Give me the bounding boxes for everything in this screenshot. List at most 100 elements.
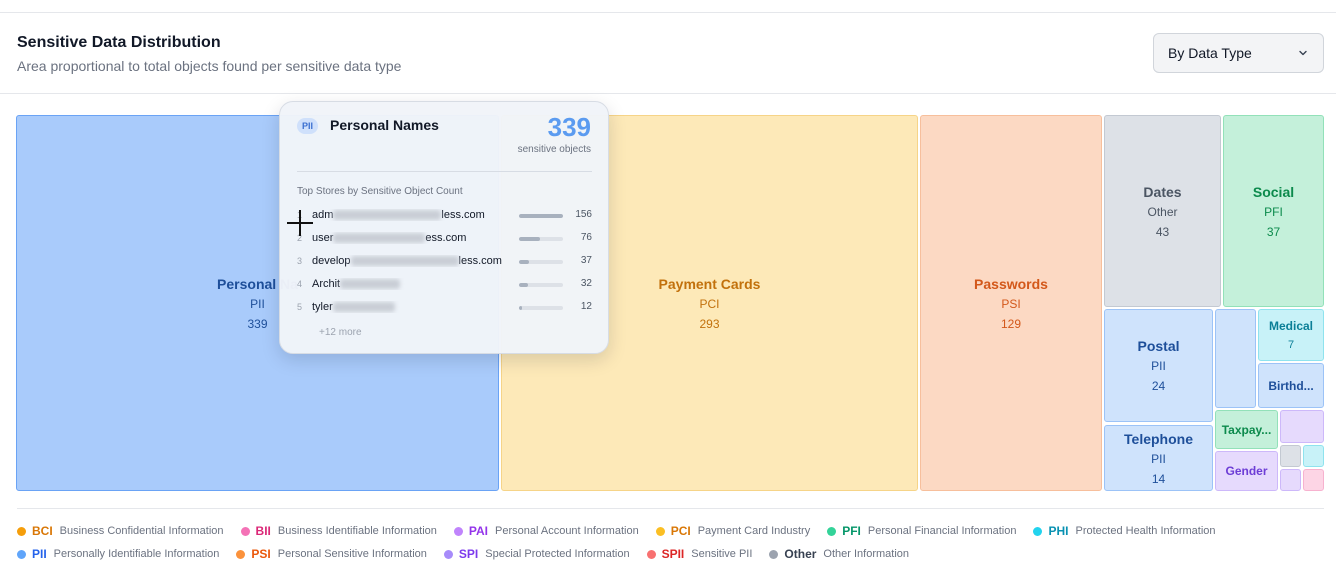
tile-label: Taxpay... [1221, 422, 1272, 437]
legend-description: Other Information [823, 548, 910, 560]
legend-dot-icon [453, 526, 463, 536]
legend-divider [17, 508, 1324, 509]
legend-code: PII [32, 547, 47, 561]
store-count-bar-fill [519, 214, 563, 218]
tile-value: 129 [1000, 316, 1022, 331]
tile-category: PCI [699, 296, 720, 311]
store-row[interactable]: 2 user ess.com 76 [297, 231, 592, 247]
store-name: develop less.com [312, 255, 517, 267]
store-name: user ess.com [312, 232, 517, 244]
tile-value: 43 [1155, 225, 1170, 239]
legend-dot-icon [769, 549, 779, 559]
tile-label: Passwords [974, 275, 1048, 292]
tile-value: 7 [1287, 339, 1295, 351]
tooltip-section-title: Top Stores by Sensitive Object Count [297, 186, 463, 197]
tile-category: Other [1147, 205, 1178, 219]
legend-item: PHI Protected Health Information [1033, 524, 1216, 538]
tile-tooltip: PII Personal Names 339 sensitive objects… [279, 101, 609, 354]
tile-unlabeled-bii[interactable] [1303, 469, 1324, 491]
tile-passwords[interactable]: Passwords PSI 129 [920, 115, 1102, 491]
tile-telephone[interactable]: Telephone PII 14 [1104, 425, 1213, 491]
tile-value: 293 [699, 316, 720, 331]
legend-dot-icon [655, 526, 665, 536]
treemap-chart: Personal Na PII 339 Payment Cards PCI 29… [0, 0, 1336, 563]
legend-dot-icon [17, 549, 26, 559]
store-name-suffix: less.com [458, 255, 502, 267]
store-count: 37 [580, 255, 592, 266]
more-stores-label: +12 more [319, 327, 362, 338]
tile-category: PSI [1001, 296, 1021, 311]
redacted-text [333, 233, 426, 244]
tooltip-count-label: sensitive objects [517, 144, 591, 155]
store-count: 32 [580, 278, 592, 289]
store-name: adm less.com [312, 209, 517, 221]
legend-item: PCI Payment Card Industry [655, 524, 811, 538]
tile-category: PFI [1264, 205, 1283, 219]
tile-category: PII [1151, 359, 1166, 373]
legend-code: PHI [1048, 524, 1069, 538]
tile-label: Birthd... [1268, 378, 1314, 393]
category-badge: PII [297, 118, 319, 134]
tile-social[interactable]: Social PFI 37 [1223, 115, 1324, 307]
store-name-prefix: develop [312, 255, 351, 267]
redacted-text [350, 256, 459, 267]
tile-postal[interactable]: Postal PII 24 [1104, 309, 1213, 422]
store-row[interactable]: 5 tyler 12 [297, 300, 592, 316]
legend-code: SPII [661, 547, 685, 561]
legend-dot-icon [240, 526, 250, 536]
tile-category: PII [250, 296, 265, 311]
tile-label: Postal [1137, 338, 1180, 354]
legend-description: Personal Sensitive Information [277, 548, 427, 560]
legend-dot-icon [1033, 526, 1043, 536]
store-name-suffix: less.com [441, 209, 485, 221]
tile-gender[interactable]: Gender [1215, 451, 1278, 491]
tile-unlabeled-spi-2[interactable] [1280, 469, 1301, 491]
tile-unlabeled-other[interactable] [1280, 445, 1301, 467]
legend-description: Sensitive PII [691, 548, 753, 560]
tile-unlabeled-pii[interactable] [1215, 309, 1256, 408]
legend-description: Payment Card Industry [697, 525, 811, 537]
tile-dates[interactable]: Dates Other 43 [1104, 115, 1221, 307]
legend-description: Business Confidential Information [59, 525, 224, 537]
legend-code: SPI [458, 547, 479, 561]
store-row[interactable]: 4 Archit 32 [297, 277, 592, 293]
legend-code: Other [784, 547, 817, 561]
legend-description: Business Identifiable Information [277, 525, 437, 537]
store-rank: 3 [297, 256, 303, 266]
legend-dot-icon [827, 526, 837, 536]
store-rank: 5 [297, 302, 303, 312]
legend-item: SPI Special Protected Information [443, 547, 630, 561]
tile-value: 339 [247, 316, 268, 331]
tile-label: Dates [1143, 184, 1182, 200]
legend-dot-icon [236, 549, 246, 559]
store-count-bar [519, 306, 563, 310]
redacted-text [332, 302, 395, 313]
legend-dot-icon [17, 526, 26, 536]
legend-item: PII Personally Identifiable Information [17, 547, 219, 561]
redacted-text [340, 279, 401, 290]
legend-item: PAI Personal Account Information [453, 524, 639, 538]
store-count-bar [519, 260, 563, 264]
tile-medical[interactable]: Medical 7 [1258, 309, 1324, 361]
store-name: Archit [312, 278, 517, 290]
tooltip-divider [297, 171, 592, 172]
tile-label: Gender [1225, 464, 1268, 478]
store-count: 156 [575, 209, 592, 220]
tile-label: Medical [1268, 319, 1313, 333]
tile-birthdates[interactable]: Birthd... [1258, 363, 1324, 408]
tile-unlabeled-spi[interactable] [1280, 410, 1324, 443]
legend-row: PII Personally Identifiable Information PS… [17, 547, 926, 561]
store-rank: 1 [297, 210, 303, 220]
store-count: 76 [580, 232, 592, 243]
tile-taxpayer[interactable]: Taxpay... [1215, 410, 1278, 449]
legend-description: Personally Identifiable Information [53, 548, 220, 560]
legend-code: PFI [842, 524, 861, 538]
store-row[interactable]: 3 develop less.com 37 [297, 254, 592, 270]
tile-label: Telephone [1124, 430, 1193, 447]
legend-code: BCI [32, 524, 53, 538]
store-count: 12 [580, 301, 592, 312]
legend-description: Personal Financial Information [867, 525, 1017, 537]
store-row[interactable]: 1 adm less.com 156 [297, 208, 592, 224]
legend-code: PCI [670, 524, 691, 538]
tile-unlabeled-phi[interactable] [1303, 445, 1324, 467]
